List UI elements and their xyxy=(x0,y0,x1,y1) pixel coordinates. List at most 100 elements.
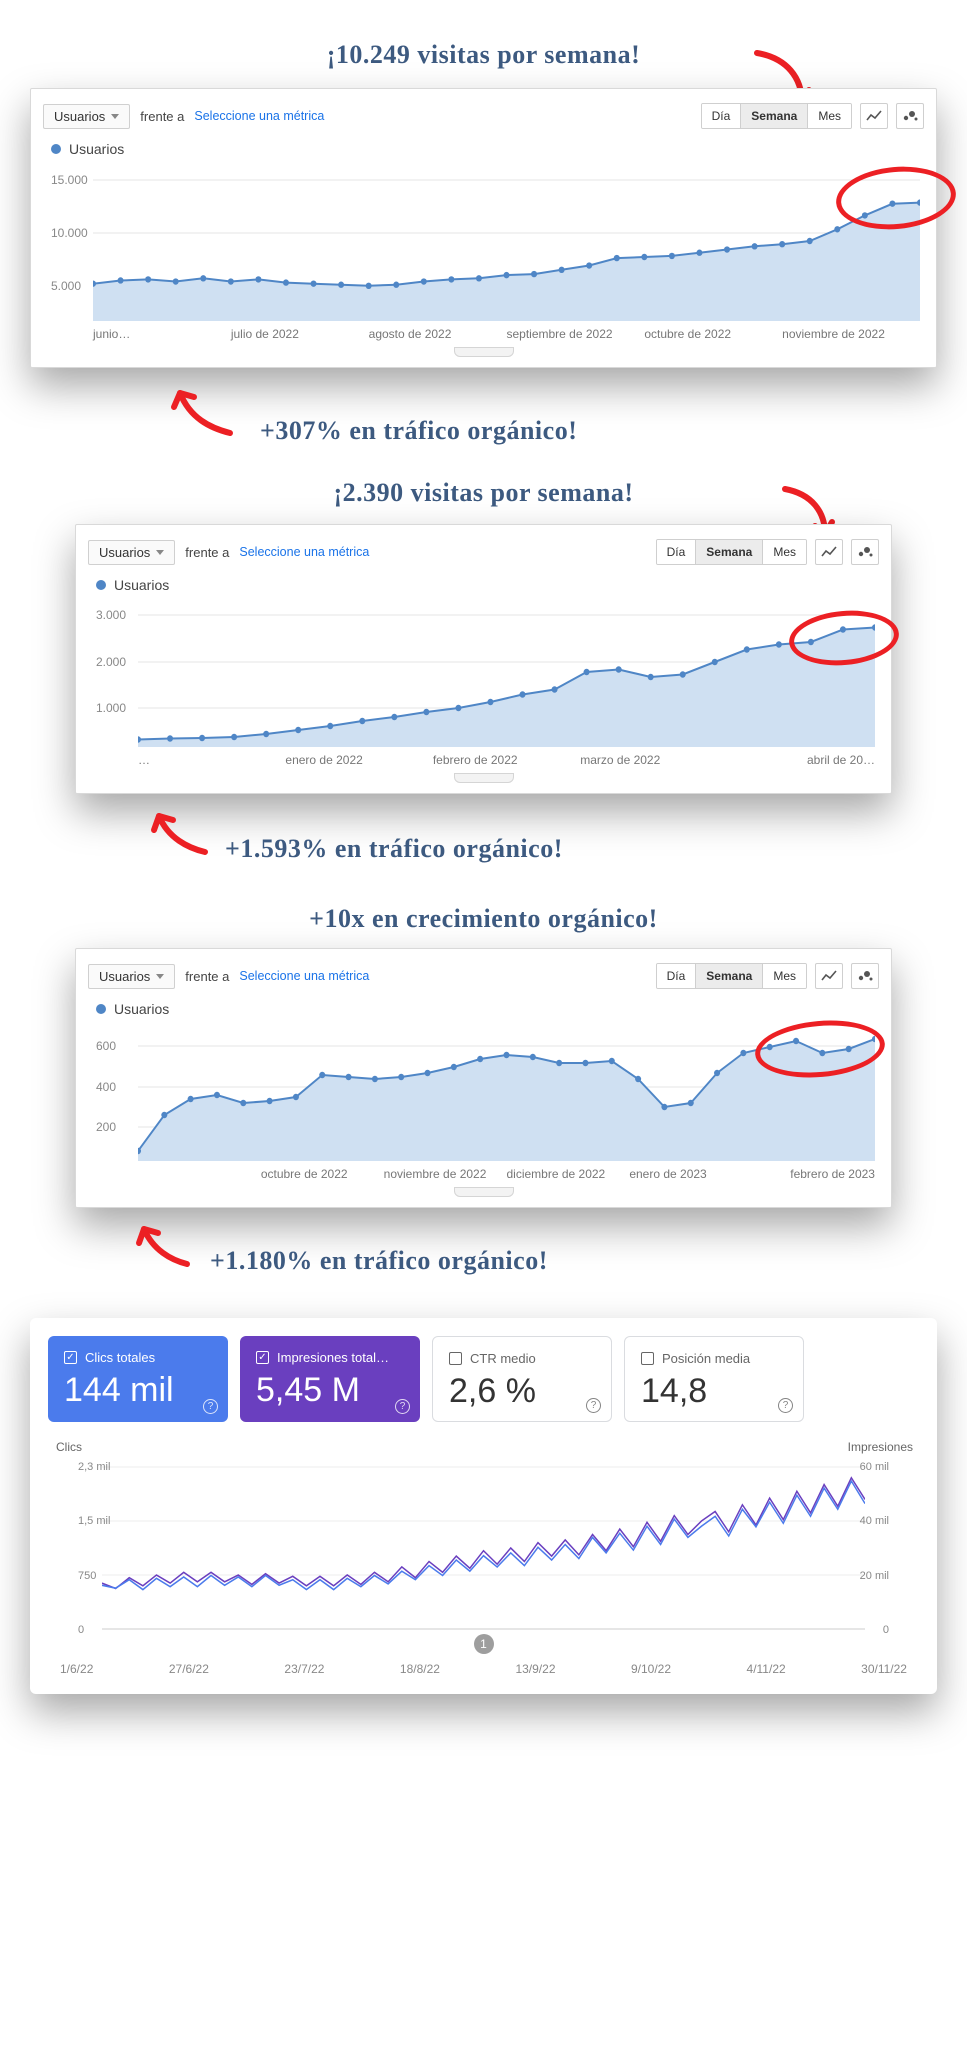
tile-value: 144 mil xyxy=(64,1371,212,1410)
period-segmented[interactable]: Día Semana Mes xyxy=(701,103,852,129)
tile-position[interactable]: Posición media 14,8 ? xyxy=(624,1336,804,1422)
yr-tick: 40 mil xyxy=(860,1515,889,1527)
line-chart-icon[interactable] xyxy=(815,539,843,565)
x-tick: noviembre de 2022 xyxy=(384,1167,507,1181)
vs-text: frente a xyxy=(185,545,229,560)
x-tick: 23/7/22 xyxy=(284,1662,324,1676)
select-metric-link[interactable]: Seleccione una métrica xyxy=(239,545,369,559)
x-tick: 13/9/22 xyxy=(515,1662,555,1676)
tile-label: Impresiones total… xyxy=(277,1350,389,1365)
ga-block-1: ¡10.249 visitas por semana! Usuarios fre… xyxy=(30,40,937,368)
x-tick: octubre de 2022 xyxy=(644,327,782,341)
period-day[interactable]: Día xyxy=(657,540,697,564)
x-tick: diciembre de 2022 xyxy=(506,1167,629,1181)
checkbox-checked-icon xyxy=(256,1351,269,1364)
yr-tick: 20 mil xyxy=(860,1570,889,1582)
tile-label: CTR medio xyxy=(470,1351,536,1366)
metric-dropdown-label: Usuarios xyxy=(99,545,150,560)
annotation-top-1: ¡10.249 visitas por semana! xyxy=(30,40,937,70)
period-week[interactable]: Semana xyxy=(696,964,763,988)
annotation-top-2: ¡2.390 visitas por semana! xyxy=(75,478,892,508)
annotation-bottom-1: +307% en tráfico orgánico! xyxy=(260,416,937,446)
checkbox-checked-icon xyxy=(64,1351,77,1364)
ga-plot-2: 3.000 2.000 1.000 xyxy=(88,597,879,747)
y-tick: 1.000 xyxy=(96,701,126,715)
ga-card-2: Usuarios frente a Seleccione una métrica… xyxy=(75,524,892,794)
tile-impressions[interactable]: Impresiones total… 5,45 M ? xyxy=(240,1336,420,1422)
y-tick: 15.000 xyxy=(51,173,88,187)
motion-chart-icon[interactable] xyxy=(896,103,924,129)
checkbox-icon xyxy=(641,1352,654,1365)
arrow-icon xyxy=(170,383,240,438)
metric-dropdown[interactable]: Usuarios xyxy=(43,104,130,129)
x-axis: octubre de 2022 noviembre de 2022 diciem… xyxy=(88,1161,879,1181)
metric-dropdown[interactable]: Usuarios xyxy=(88,540,175,565)
chevron-down-icon xyxy=(156,550,164,555)
period-segmented[interactable]: Día Semana Mes xyxy=(656,539,807,565)
gsc-x-axis: 1/6/22 27/6/22 23/7/22 18/8/22 13/9/22 9… xyxy=(54,1654,913,1676)
x-tick: … xyxy=(138,753,285,767)
line-chart-icon[interactable] xyxy=(860,103,888,129)
period-week[interactable]: Semana xyxy=(741,104,808,128)
gsc-block: Clics totales 144 mil ? Impresiones tota… xyxy=(30,1318,937,1694)
period-day[interactable]: Día xyxy=(702,104,742,128)
tile-value: 14,8 xyxy=(641,1372,787,1411)
ga-toolbar: Usuarios frente a Seleccione una métrica… xyxy=(43,103,924,129)
help-icon[interactable]: ? xyxy=(203,1399,218,1414)
x-tick: marzo de 2022 xyxy=(580,753,727,767)
ga-plot-3: 600 400 200 xyxy=(88,1021,879,1161)
resize-handle-icon[interactable] xyxy=(454,773,514,783)
help-icon[interactable]: ? xyxy=(778,1398,793,1413)
y-tick: 400 xyxy=(96,1080,116,1094)
ga-card-3: Usuarios frente a Seleccione una métrica… xyxy=(75,948,892,1208)
ga-toolbar: Usuarios frente a Seleccione una métrica… xyxy=(88,539,879,565)
x-axis: … enero de 2022 febrero de 2022 marzo de… xyxy=(88,747,879,767)
gsc-chart: Clics Impresiones 2,3 mil 1,5 mil 750 0 … xyxy=(30,1430,937,1676)
period-month[interactable]: Mes xyxy=(808,104,851,128)
metric-dropdown[interactable]: Usuarios xyxy=(88,964,175,989)
x-tick: septiembre de 2022 xyxy=(506,327,644,341)
metric-dropdown-label: Usuarios xyxy=(99,969,150,984)
y-tick: 10.000 xyxy=(51,226,88,240)
period-month[interactable]: Mes xyxy=(763,964,806,988)
motion-chart-icon[interactable] xyxy=(851,539,879,565)
legend-dot-icon xyxy=(96,1004,106,1014)
period-month[interactable]: Mes xyxy=(763,540,806,564)
yl-tick: 1,5 mil xyxy=(78,1515,110,1527)
yl-tick: 0 xyxy=(78,1624,84,1636)
resize-handle-icon[interactable] xyxy=(454,1187,514,1197)
tile-clicks[interactable]: Clics totales 144 mil ? xyxy=(48,1336,228,1422)
legend-dot-icon xyxy=(51,144,61,154)
resize-handle-icon[interactable] xyxy=(454,347,514,357)
chevron-down-icon xyxy=(156,974,164,979)
legend-label: Usuarios xyxy=(69,141,124,157)
tile-ctr[interactable]: CTR medio 2,6 % ? xyxy=(432,1336,612,1422)
legend: Usuarios xyxy=(96,577,875,593)
period-day[interactable]: Día xyxy=(657,964,697,988)
timeline-marker-icon[interactable]: 1 xyxy=(474,1634,494,1654)
period-segmented[interactable]: Día Semana Mes xyxy=(656,963,807,989)
x-tick: octubre de 2022 xyxy=(261,1167,384,1181)
select-metric-link[interactable]: Seleccione una métrica xyxy=(194,109,324,123)
x-tick: 1/6/22 xyxy=(60,1662,93,1676)
y-tick: 2.000 xyxy=(96,655,126,669)
ga-card-1: Usuarios frente a Seleccione una métrica… xyxy=(30,88,937,368)
period-week[interactable]: Semana xyxy=(696,540,763,564)
legend: Usuarios xyxy=(51,141,920,157)
line-chart-icon[interactable] xyxy=(815,963,843,989)
tile-value: 2,6 % xyxy=(449,1372,595,1411)
tile-label: Clics totales xyxy=(85,1350,155,1365)
legend-label: Usuarios xyxy=(114,1001,169,1017)
legend: Usuarios xyxy=(96,1001,875,1017)
x-tick: junio… xyxy=(93,327,231,341)
help-icon[interactable]: ? xyxy=(395,1399,410,1414)
x-tick: febrero de 2022 xyxy=(433,753,580,767)
help-icon[interactable]: ? xyxy=(586,1398,601,1413)
annotation-bottom-2: +1.593% en tráfico orgánico! xyxy=(225,834,937,864)
select-metric-link[interactable]: Seleccione una métrica xyxy=(239,969,369,983)
ga-block-2: ¡2.390 visitas por semana! Usuarios fren… xyxy=(30,478,937,794)
annotation-bottom-3: +1.180% en tráfico orgánico! xyxy=(210,1246,937,1276)
motion-chart-icon[interactable] xyxy=(851,963,879,989)
x-axis: junio… julio de 2022 agosto de 2022 sept… xyxy=(43,321,924,341)
tile-label: Posición media xyxy=(662,1351,750,1366)
